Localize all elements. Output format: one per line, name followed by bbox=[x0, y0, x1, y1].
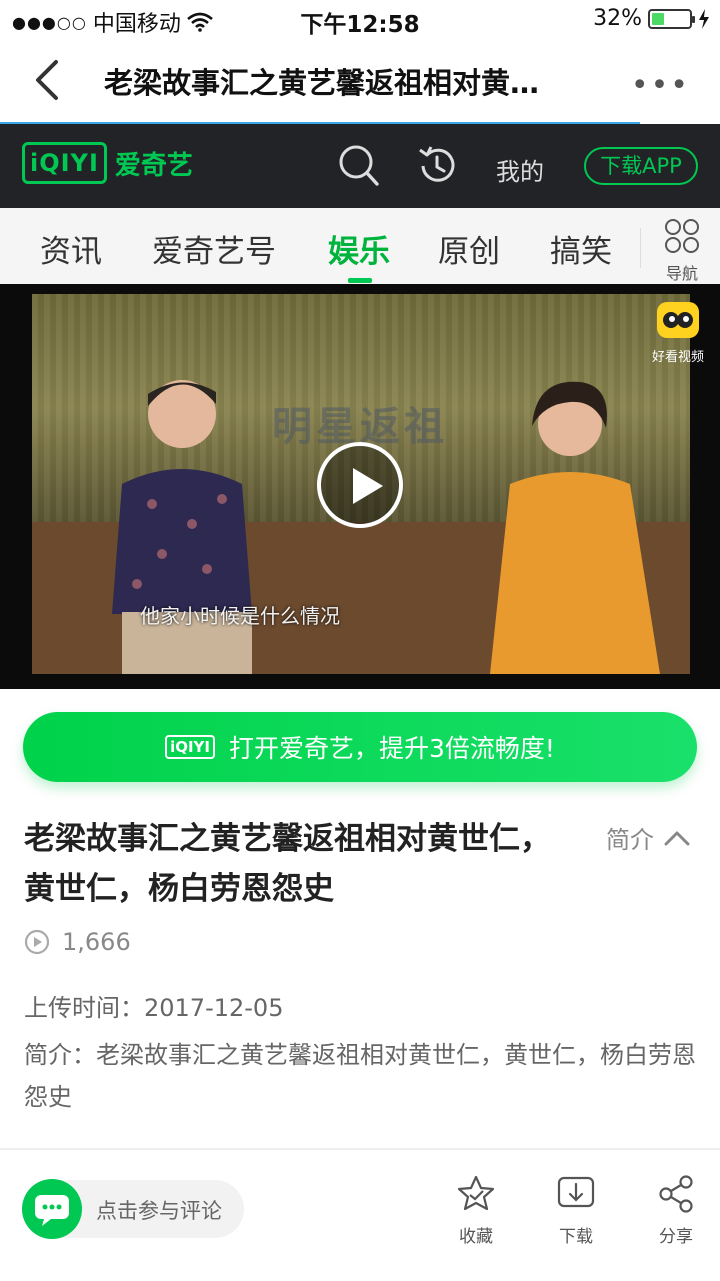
iqiyi-logo-name: 爱奇艺 bbox=[114, 150, 193, 181]
iqiyi-logo[interactable]: iQIYI 爱奇艺 bbox=[22, 142, 193, 184]
search-icon[interactable] bbox=[338, 144, 380, 188]
history-icon[interactable] bbox=[415, 144, 459, 188]
open-app-text: 打开爱奇艺，提升3倍流畅度! bbox=[228, 734, 555, 763]
nav-menu-button[interactable]: 导航 bbox=[660, 218, 704, 284]
battery-percent: 32% bbox=[593, 6, 642, 31]
more-options-icon[interactable]: ••• bbox=[631, 68, 690, 103]
battery-info: 32% bbox=[593, 6, 710, 31]
comment-icon bbox=[22, 1179, 82, 1239]
bottom-action-bar: 点击参与评论 收藏 下载 分享 bbox=[0, 1150, 720, 1281]
download-icon bbox=[557, 1176, 595, 1208]
video-title: 老梁故事汇之黄艺馨返祖相对黄世仁，黄世仁，杨白劳恩怨史 bbox=[24, 821, 551, 907]
favorite-star-icon bbox=[457, 1175, 495, 1211]
chevron-up-icon bbox=[664, 831, 690, 845]
favorite-button[interactable]: 收藏 bbox=[446, 1174, 506, 1247]
tab-entertainment[interactable]: 娱乐 bbox=[328, 226, 390, 271]
play-button[interactable] bbox=[317, 442, 403, 528]
favorite-label: 收藏 bbox=[459, 1227, 493, 1247]
tab-funny[interactable]: 搞笑 bbox=[550, 226, 612, 271]
battery-icon bbox=[648, 8, 695, 29]
upload-time: 上传时间：2017-12-05 bbox=[24, 994, 284, 1022]
navigation-bar: 老梁故事汇之黄艺馨返祖相对黄… ••• bbox=[0, 40, 720, 124]
woman-figure bbox=[490, 381, 660, 674]
intro-toggle-button[interactable]: 简介 bbox=[606, 820, 690, 855]
nav-menu-label: 导航 bbox=[665, 264, 698, 283]
tab-divider bbox=[640, 228, 641, 268]
iqiyi-logo-badge: iQIYI bbox=[22, 142, 107, 184]
battery-fill bbox=[652, 12, 664, 25]
open-app-banner[interactable]: iQIYI 打开爱奇艺，提升3倍流畅度! bbox=[23, 712, 697, 782]
play-count-icon bbox=[24, 929, 50, 955]
download-button[interactable]: 下载 bbox=[546, 1174, 606, 1247]
tab-original[interactable]: 原创 bbox=[438, 226, 500, 271]
haokan-mascot-icon bbox=[657, 302, 699, 338]
iqiyi-mini-logo: iQIYI bbox=[165, 735, 215, 759]
iqiyi-header: iQIYI 爱奇艺 我的 下载APP bbox=[0, 124, 720, 208]
back-arrow-icon[interactable] bbox=[28, 56, 68, 104]
download-app-button[interactable]: 下载APP bbox=[584, 147, 698, 185]
tab-iqiyi-account[interactable]: 爱奇艺号 bbox=[152, 226, 276, 271]
haokan-video-logo: 好看视频 bbox=[648, 300, 708, 365]
download-label: 下载 bbox=[559, 1227, 593, 1247]
tab-news[interactable]: 资讯 bbox=[40, 226, 102, 271]
haokan-label: 好看视频 bbox=[651, 350, 704, 365]
comment-placeholder: 点击参与评论 bbox=[96, 1199, 222, 1223]
charging-bolt-icon bbox=[699, 8, 709, 29]
view-count: 1,666 bbox=[24, 928, 131, 956]
video-subtitle: 他家小时候是什么情况 bbox=[140, 604, 340, 628]
grid-circles-icon bbox=[665, 219, 699, 253]
intro-toggle-label: 简介 bbox=[606, 826, 654, 854]
view-count-value: 1,666 bbox=[62, 928, 131, 956]
video-player[interactable]: 明星返祖 他家小时候是什么情况 好看视频 bbox=[0, 284, 720, 689]
chat-bubble-icon bbox=[35, 1195, 69, 1226]
share-label: 分享 bbox=[659, 1227, 693, 1247]
category-tabs: 资讯 爱奇艺号 娱乐 原创 搞笑 导航 bbox=[0, 208, 720, 284]
video-description: 简介：老梁故事汇之黄艺馨返祖相对黄世仁，黄世仁，杨白劳恩怨史 bbox=[24, 1041, 696, 1111]
page-title: 老梁故事汇之黄艺馨返祖相对黄… bbox=[104, 66, 540, 100]
active-tab-indicator bbox=[348, 278, 372, 283]
share-button[interactable]: 分享 bbox=[646, 1174, 706, 1247]
share-icon bbox=[659, 1175, 693, 1213]
my-account-link[interactable]: 我的 bbox=[496, 152, 544, 187]
status-bar: ●●●○○ 中国移动 下午12:58 32% bbox=[0, 0, 720, 40]
comment-input[interactable]: 点击参与评论 bbox=[22, 1179, 244, 1239]
